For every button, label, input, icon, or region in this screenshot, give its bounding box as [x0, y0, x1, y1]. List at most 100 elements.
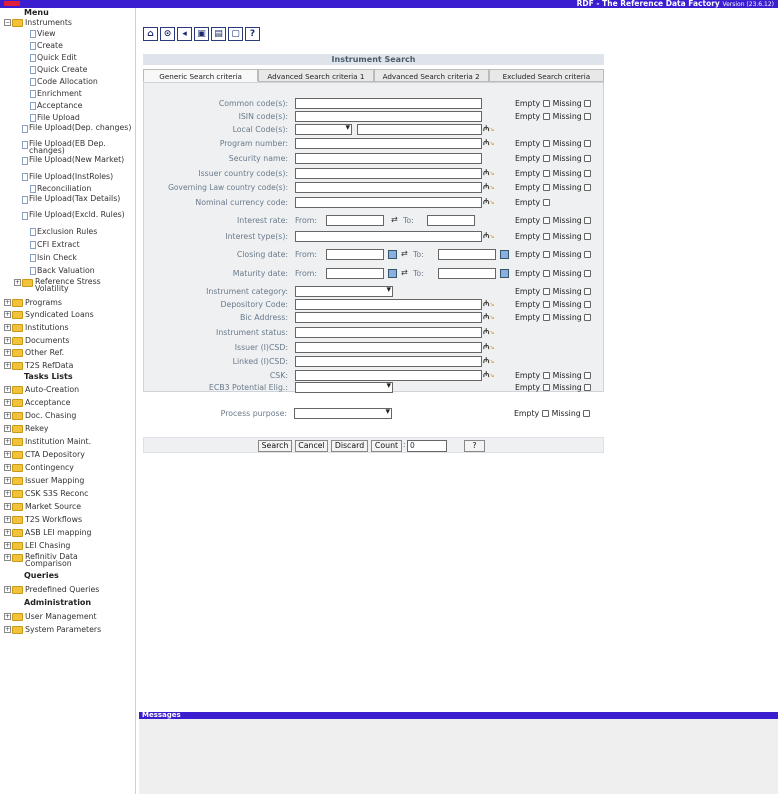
expand-icon[interactable]: +: [4, 503, 11, 510]
task-doc-chasing[interactable]: + Doc. Chasing: [4, 411, 76, 422]
search-doc-icon[interactable]: ⊙: [160, 27, 175, 41]
task-rekey[interactable]: + Rekey: [4, 424, 49, 435]
empty-checkbox[interactable]: [542, 199, 550, 206]
missing-checkbox[interactable]: [584, 270, 592, 277]
tab-excluded-search[interactable]: Excluded Search criteria: [488, 69, 604, 82]
sidebar-item-exclusion-rules[interactable]: Exclusion Rules: [30, 227, 97, 238]
sidebar-item-isin-check[interactable]: Isin Check: [30, 253, 77, 264]
sidebar-item-reference-stress[interactable]: + Reference Stress Volatility: [14, 278, 125, 294]
sidebar-item-view[interactable]: View: [30, 29, 56, 40]
save-icon[interactable]: ▢: [228, 27, 243, 41]
help-icon[interactable]: ?: [245, 27, 260, 41]
sidebar-item-code-allocation[interactable]: Code Allocation: [30, 77, 98, 88]
program-number-input[interactable]: [295, 138, 482, 149]
interest-type-input[interactable]: [295, 231, 482, 242]
back-icon[interactable]: ◂: [177, 27, 192, 41]
closing-date-to-input[interactable]: [438, 249, 496, 260]
task-contingency[interactable]: + Contingency: [4, 463, 74, 474]
discard-button[interactable]: Discard: [331, 440, 368, 452]
missing-checkbox[interactable]: [584, 384, 592, 391]
local-code-input[interactable]: [357, 124, 482, 135]
empty-checkbox[interactable]: [542, 288, 550, 295]
lookup-icon[interactable]: ₼↘: [483, 370, 497, 380]
common-code-input[interactable]: [295, 98, 482, 109]
missing-checkbox[interactable]: [584, 301, 592, 308]
lookup-icon[interactable]: ₼↘: [483, 231, 497, 241]
lookup-icon[interactable]: ₼↘: [483, 182, 497, 192]
expand-icon[interactable]: +: [4, 613, 11, 620]
expand-icon[interactable]: +: [4, 349, 11, 356]
task-refinitiv-data-comparison[interactable]: + Refinitiv Data Comparison: [4, 553, 105, 569]
missing-checkbox[interactable]: [584, 113, 592, 120]
expand-icon[interactable]: +: [4, 362, 11, 369]
missing-checkbox[interactable]: [584, 184, 592, 191]
calendar-icon[interactable]: [388, 269, 397, 278]
admin-system-parameters[interactable]: + System Parameters: [4, 625, 101, 636]
expand-icon[interactable]: +: [4, 626, 11, 633]
empty-checkbox[interactable]: [542, 170, 550, 177]
empty-checkbox[interactable]: [542, 384, 550, 391]
missing-checkbox[interactable]: [583, 410, 591, 417]
lookup-icon[interactable]: ₼↘: [483, 138, 497, 148]
empty-checkbox[interactable]: [542, 113, 550, 120]
task-acceptance[interactable]: + Acceptance: [4, 398, 70, 409]
expand-icon[interactable]: +: [4, 425, 11, 432]
expand-icon[interactable]: +: [4, 516, 11, 523]
expand-icon[interactable]: +: [4, 311, 11, 318]
calendar-icon[interactable]: [388, 250, 397, 259]
linked-icsd-input[interactable]: [295, 356, 482, 367]
sidebar-group-t2s-refdata[interactable]: + T2S RefData: [4, 361, 73, 372]
expand-icon[interactable]: +: [4, 586, 11, 593]
expand-icon[interactable]: +: [4, 438, 11, 445]
instrument-category-select[interactable]: [295, 285, 393, 297]
empty-checkbox[interactable]: [542, 233, 550, 240]
lookup-icon[interactable]: ₼↘: [483, 312, 497, 322]
swap-icon[interactable]: ⇄: [401, 268, 410, 277]
count-button[interactable]: Count: [371, 440, 402, 452]
missing-checkbox[interactable]: [584, 100, 592, 107]
lookup-icon[interactable]: ₼↘: [483, 299, 497, 309]
empty-checkbox[interactable]: [542, 155, 550, 162]
expand-icon[interactable]: +: [4, 451, 11, 458]
missing-checkbox[interactable]: [584, 314, 592, 321]
sidebar-group-other-ref[interactable]: + Other Ref.: [4, 348, 64, 359]
expand-icon[interactable]: +: [4, 299, 11, 306]
closing-date-from-input[interactable]: [326, 249, 384, 260]
missing-checkbox[interactable]: [584, 372, 592, 379]
expand-icon[interactable]: +: [4, 337, 11, 344]
missing-checkbox[interactable]: [584, 233, 592, 240]
lookup-icon[interactable]: ₼↘: [483, 327, 497, 337]
empty-checkbox[interactable]: [542, 100, 550, 107]
missing-checkbox[interactable]: [584, 251, 592, 258]
task-institution-maint[interactable]: + Institution Maint.: [4, 437, 91, 448]
lookup-icon[interactable]: ₼↘: [483, 197, 497, 207]
expand-icon[interactable]: +: [4, 554, 11, 561]
task-t2s-workflows[interactable]: + T2S Workflows: [4, 515, 82, 526]
maturity-date-from-input[interactable]: [326, 268, 384, 279]
lookup-icon[interactable]: ₼↘: [483, 356, 497, 366]
sidebar-item-create[interactable]: Create: [30, 41, 63, 52]
swap-icon[interactable]: ⇄: [391, 215, 400, 224]
expand-icon[interactable]: +: [4, 529, 11, 536]
expand-icon[interactable]: +: [4, 542, 11, 549]
tab-generic-search[interactable]: Generic Search criteria: [143, 69, 259, 82]
nominal-currency-input[interactable]: [295, 197, 482, 208]
sidebar-group-programs[interactable]: + Programs: [4, 298, 62, 309]
task-asb-lei-mapping[interactable]: + ASB LEI mapping: [4, 528, 92, 539]
sidebar-item-file-upload-excld[interactable]: File Upload(Excld. Rules): [22, 211, 133, 225]
missing-checkbox[interactable]: [584, 140, 592, 147]
sidebar-item-file-upload-new-market[interactable]: File Upload(New Market): [22, 156, 133, 170]
sidebar-item-enrichment[interactable]: Enrichment: [30, 89, 82, 100]
sidebar-item-file-upload-tax[interactable]: File Upload(Tax Details): [22, 195, 133, 209]
expand-icon[interactable]: +: [4, 399, 11, 406]
task-cta-depository[interactable]: + CTA Depository: [4, 450, 85, 461]
sidebar-item-file-upload-instroles[interactable]: File Upload(InstRoles): [22, 172, 113, 183]
governing-law-input[interactable]: [295, 182, 482, 193]
tab-advanced-search-1[interactable]: Advanced Search criteria 1: [258, 69, 374, 82]
missing-checkbox[interactable]: [584, 170, 592, 177]
expand-icon[interactable]: +: [4, 477, 11, 484]
expand-icon[interactable]: +: [4, 412, 11, 419]
empty-checkbox[interactable]: [541, 410, 549, 417]
sidebar-item-quick-create[interactable]: Quick Create: [30, 65, 87, 76]
admin-user-management[interactable]: + User Management: [4, 612, 97, 623]
